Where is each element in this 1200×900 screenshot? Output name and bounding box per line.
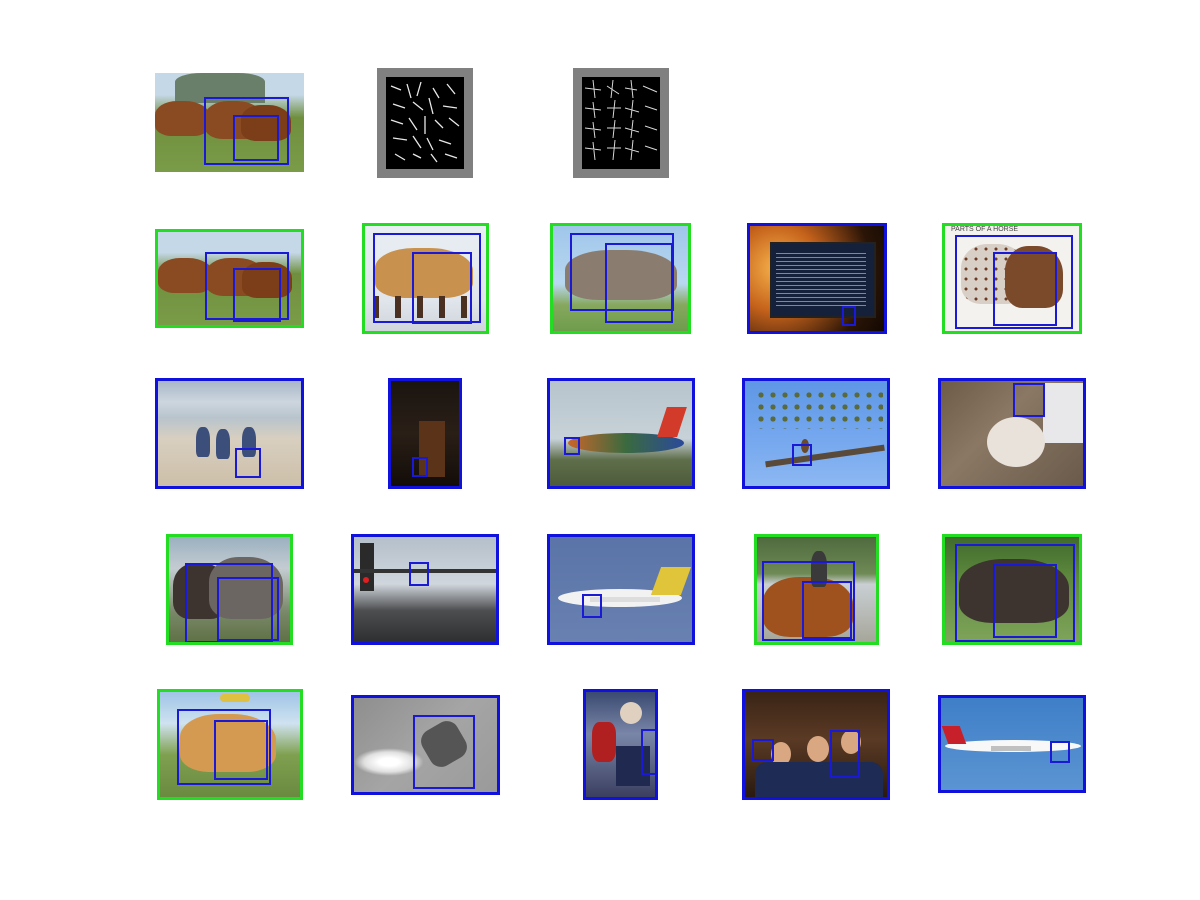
result-collage	[583, 689, 658, 800]
result-cyclists-beach	[155, 378, 304, 489]
result-biplane-smoke	[351, 695, 500, 795]
detection-results-figure: PARTS OF A HORSE	[0, 0, 1200, 900]
result-horse-rider	[754, 534, 879, 645]
detection-box-part	[233, 115, 279, 161]
result-horses-field	[155, 229, 304, 328]
result-horse-parts-chart: PARTS OF A HORSE	[942, 223, 1082, 334]
query-image-horses	[155, 73, 304, 172]
result-horse-studio	[362, 223, 489, 334]
hog-template-parts	[573, 68, 669, 178]
result-railway	[351, 534, 499, 645]
result-dark-chair	[388, 378, 462, 489]
result-horse-poster	[157, 689, 303, 800]
result-horse-dark-pasture	[942, 534, 1082, 645]
result-people-party	[742, 689, 890, 800]
result-cat-floor	[938, 378, 1086, 489]
result-airliner-sky	[938, 695, 1086, 793]
result-horse-gray	[550, 223, 691, 334]
result-airliner-landing	[547, 378, 695, 489]
hog-template-root	[377, 68, 473, 178]
result-bird-tree	[742, 378, 890, 489]
result-horses-fence	[166, 534, 293, 645]
chart-caption: PARTS OF A HORSE	[951, 226, 1019, 233]
result-propeller-plane	[547, 534, 695, 645]
result-computer-monitor	[747, 223, 887, 334]
